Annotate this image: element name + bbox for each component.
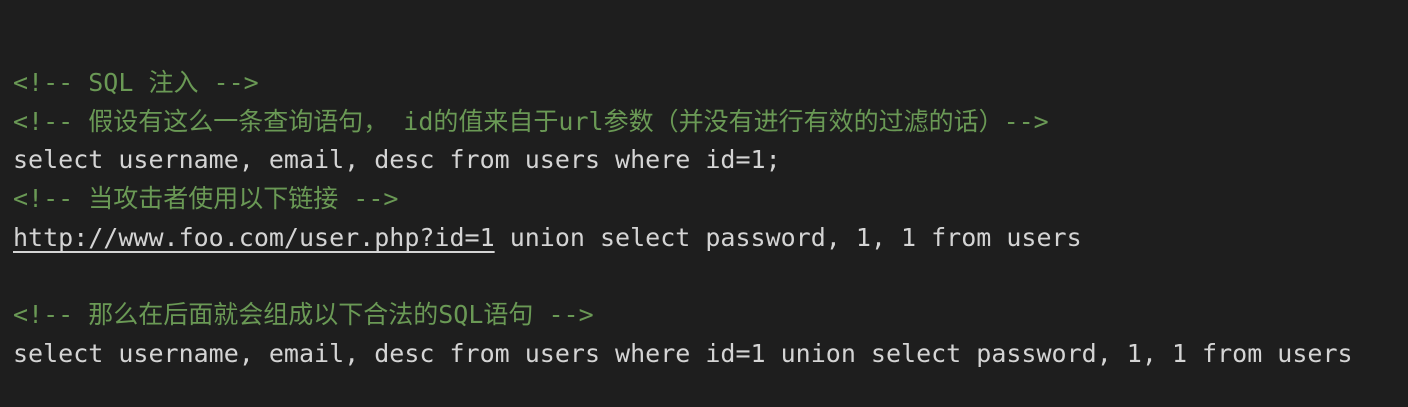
sql-injected-query-line: select username, email, desc from users … bbox=[13, 339, 1353, 368]
comment-line: <!-- 那么在后面就会组成以下合法的SQL语句 --> bbox=[13, 300, 594, 329]
attack-url-link[interactable]: http://www.foo.com/user.php?id=1 bbox=[13, 223, 495, 252]
attack-url-line: http://www.foo.com/user.php?id=1 union s… bbox=[13, 223, 1082, 253]
comment-line: <!-- SQL 注入 --> bbox=[13, 68, 259, 97]
injection-payload: union select password, 1, 1 from users bbox=[494, 223, 1082, 252]
comment-line: <!-- 假设有这么一条查询语句， id的值来自于url参数（并没有进行有效的过… bbox=[13, 107, 1049, 136]
code-editor[interactable]: <!-- SQL 注入 --> <!-- 假设有这么一条查询语句， id的值来自… bbox=[0, 0, 1408, 407]
comment-line: <!-- 当攻击者使用以下链接 --> bbox=[13, 184, 399, 213]
sql-query-line: select username, email, desc from users … bbox=[13, 145, 781, 174]
